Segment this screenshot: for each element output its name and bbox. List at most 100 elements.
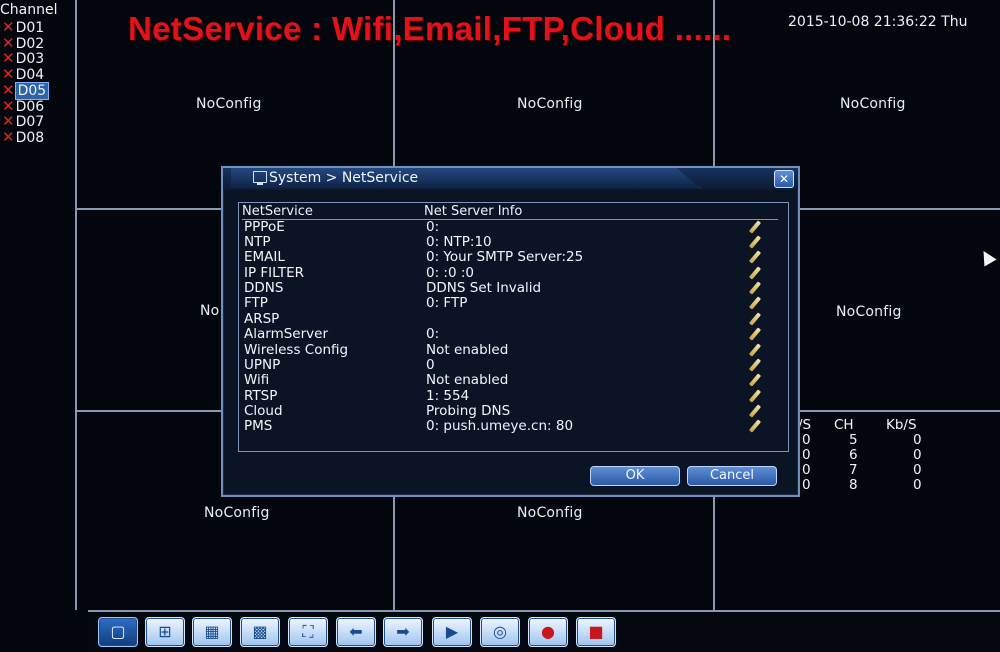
table-row[interactable]: Wifi Not enabled xyxy=(244,373,784,388)
edit-pencil-icon[interactable] xyxy=(748,281,762,295)
quad-screen-icon: ⊞ xyxy=(158,622,172,641)
ptz-button[interactable]: ◎ xyxy=(480,617,520,647)
stats-cell: 0 xyxy=(913,447,922,463)
channel-item-d08[interactable]: ✕D08 xyxy=(2,128,45,146)
channel-item-d05[interactable]: ✕ D05 xyxy=(2,82,50,100)
edit-pencil-icon[interactable] xyxy=(748,266,762,280)
table-row[interactable]: DDNS DDNS Set Invalid xyxy=(244,281,784,296)
channel-item-d07[interactable]: ✕D07 xyxy=(2,113,44,130)
edit-pencil-icon[interactable] xyxy=(748,235,762,249)
grid-line-left xyxy=(75,0,77,610)
service-name: PPPoE xyxy=(244,219,285,235)
cancel-button[interactable]: Cancel xyxy=(687,466,777,486)
service-info: Not enabled xyxy=(426,342,509,358)
stats-cell: 5 xyxy=(849,432,858,448)
service-name: PMS xyxy=(244,418,273,434)
stats-cell: 0 xyxy=(802,477,811,493)
stats-header-cell: Kb/S xyxy=(886,417,917,433)
stats-cell: 0 xyxy=(802,432,811,448)
service-info: 0 xyxy=(426,357,435,373)
stats-cell: 6 xyxy=(849,447,858,463)
table-row[interactable]: PPPoE 0: xyxy=(244,220,784,235)
stats-cell: 0 xyxy=(913,462,922,478)
table-row[interactable]: EMAIL 0: Your SMTP Server:25 xyxy=(244,250,784,265)
stats-row: 0 5 0 xyxy=(798,433,1000,448)
channel-item-d01[interactable]: ✕D01 xyxy=(2,19,45,36)
stop-record-icon: ■ xyxy=(588,622,604,641)
channel-item-d04[interactable]: ✕D04 xyxy=(2,66,44,83)
playback-button[interactable]: ▶ xyxy=(432,617,472,647)
previous-button[interactable]: ⬅ xyxy=(336,617,376,647)
edit-pencil-icon[interactable] xyxy=(748,220,762,234)
channel-item-d03[interactable]: ✕D03 xyxy=(2,50,44,67)
service-name: EMAIL xyxy=(244,249,285,265)
table-row[interactable]: IP FILTER 0: :0 :0 xyxy=(244,266,784,281)
overlay-title: NetService : Wifi,Email,FTP,Cloud ...... xyxy=(128,10,732,47)
edit-pencil-icon[interactable] xyxy=(748,327,762,341)
table-row[interactable]: ARSP xyxy=(244,312,784,327)
edit-pencil-icon[interactable] xyxy=(748,358,762,372)
table-row[interactable]: NTP 0: NTP:10 xyxy=(244,235,784,250)
service-info: Probing DNS xyxy=(426,403,511,419)
column-header-info: Net Server Info xyxy=(424,204,523,219)
fullscreen-icon: ⛶ xyxy=(302,622,314,641)
table-row[interactable]: AlarmServer 0: xyxy=(244,327,784,342)
close-icon[interactable]: ✕ xyxy=(774,170,794,188)
channel-label: D01 xyxy=(15,20,45,36)
bitrate-stats: /S CH Kb/S 0 5 0 0 6 0 0 7 0 0 8 0 xyxy=(793,418,1000,493)
playback-icon: ▶ xyxy=(445,622,459,641)
edit-pencil-icon[interactable] xyxy=(748,296,762,310)
dialog-titlebar[interactable]: System > NetService ✕ xyxy=(223,168,798,190)
edit-pencil-icon[interactable] xyxy=(748,343,762,357)
table-row[interactable]: Wireless Config Not enabled xyxy=(244,343,784,358)
stats-cell: 0 xyxy=(913,477,922,493)
table-row[interactable]: FTP 0: FTP xyxy=(244,296,784,311)
column-header-netservice: NetService xyxy=(242,204,313,219)
stats-header-cell: CH xyxy=(834,417,854,433)
stop-record-button[interactable]: ■ xyxy=(576,617,616,647)
pane-3-status: NoConfig xyxy=(840,96,906,112)
service-info: 1: 554 xyxy=(426,388,470,404)
service-info: 0: :0 :0 xyxy=(426,265,474,281)
record-button[interactable]: ● xyxy=(528,617,568,647)
service-info: 0: push.umeye.cn: 80 xyxy=(426,418,574,434)
stats-row: 0 6 0 xyxy=(798,448,1000,463)
table-row[interactable]: Cloud Probing DNS xyxy=(244,404,784,419)
dialog-title: System > NetService xyxy=(269,170,419,186)
service-info: 0: NTP:10 xyxy=(426,234,492,250)
table-row[interactable]: PMS 0: push.umeye.cn: 80 xyxy=(244,419,784,434)
pane-6-status: NoConfig xyxy=(836,304,902,320)
edit-pencil-icon[interactable] xyxy=(748,373,762,387)
channel-label: D08 xyxy=(15,130,45,146)
service-name: RTSP xyxy=(244,388,278,404)
stats-cell: 8 xyxy=(849,477,858,493)
edit-pencil-icon[interactable] xyxy=(748,250,762,264)
monitor-icon xyxy=(253,171,267,185)
nine-view-button[interactable]: ▦ xyxy=(192,617,232,647)
edit-pencil-icon[interactable] xyxy=(748,404,762,418)
edit-pencil-icon[interactable] xyxy=(748,389,762,403)
edit-pencil-icon[interactable] xyxy=(748,312,762,326)
service-info: 0: FTP xyxy=(426,295,468,311)
stats-header: /S CH Kb/S xyxy=(798,418,1000,433)
service-name: UPNP xyxy=(244,357,281,373)
single-view-button[interactable]: ▢ xyxy=(98,617,138,647)
ptz-icon: ◎ xyxy=(493,622,507,641)
service-info: 0: Your SMTP Server:25 xyxy=(426,249,584,265)
service-name: Wireless Config xyxy=(244,342,349,358)
red-x-icon: ✕ xyxy=(2,128,15,146)
table-row[interactable]: UPNP 0 xyxy=(244,358,784,373)
pane-1-status: NoConfig xyxy=(196,96,262,112)
sixteen-view-button[interactable]: ▩ xyxy=(240,617,280,647)
netservice-dialog: System > NetService ✕ NetService Net Ser… xyxy=(221,166,800,497)
quad-view-button[interactable]: ⊞ xyxy=(145,617,185,647)
pane-2-status: NoConfig xyxy=(517,96,583,112)
next-button[interactable]: ➡ xyxy=(383,617,423,647)
pane-7-status: NoConfig xyxy=(204,505,270,521)
fullscreen-button[interactable]: ⛶ xyxy=(288,617,328,647)
stats-cell: 0 xyxy=(802,462,811,478)
service-name: FTP xyxy=(244,295,268,311)
edit-pencil-icon[interactable] xyxy=(748,419,762,433)
table-row[interactable]: RTSP 1: 554 xyxy=(244,389,784,404)
ok-button[interactable]: OK xyxy=(590,466,680,486)
